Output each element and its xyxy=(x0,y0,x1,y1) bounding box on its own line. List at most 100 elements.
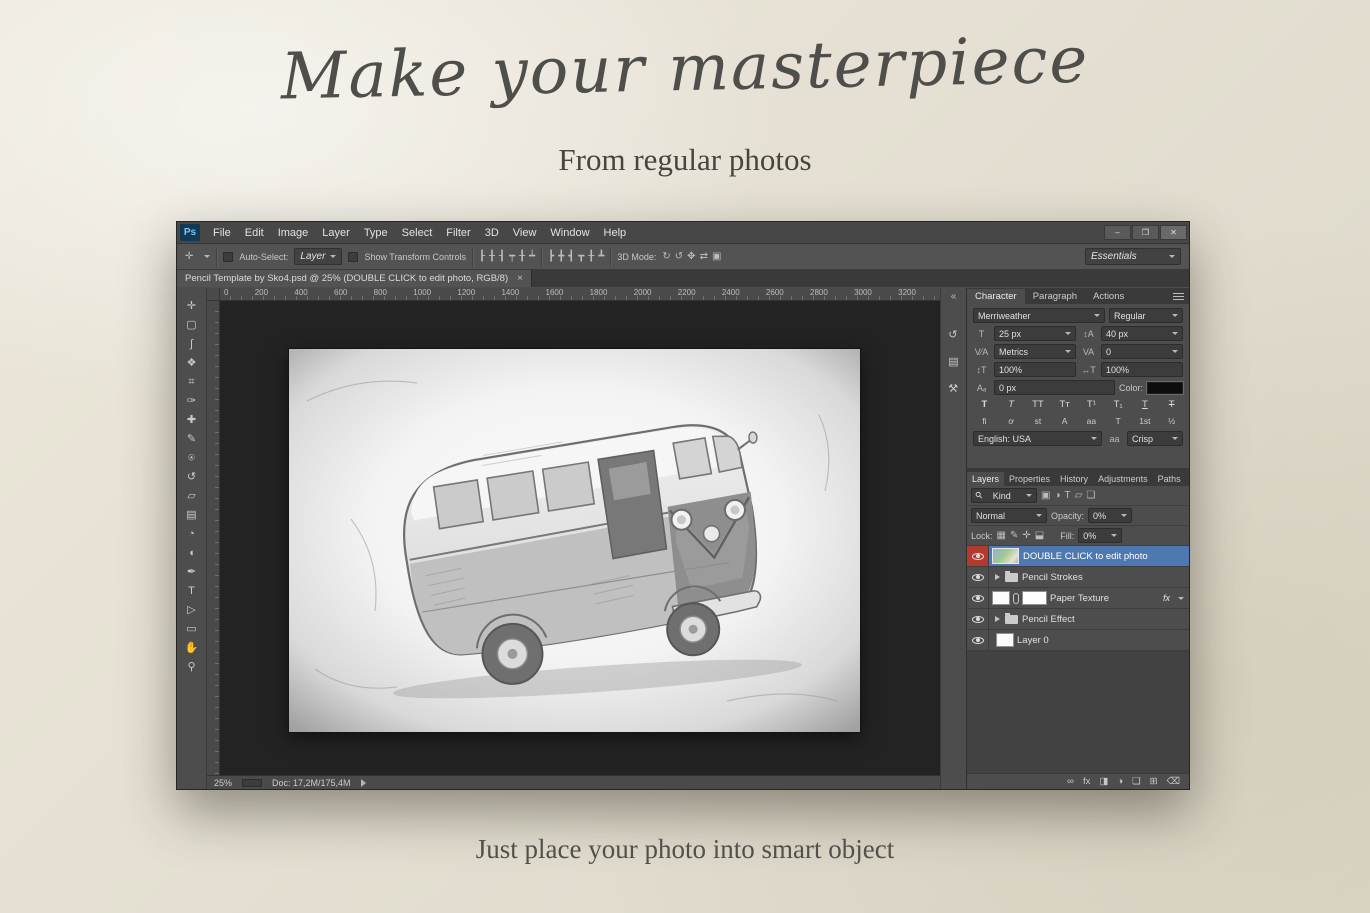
faux-italic-button[interactable]: T xyxy=(1000,398,1023,412)
align-icon[interactable]: ╂ xyxy=(489,251,495,262)
distribute-icon[interactable]: ┻ xyxy=(598,251,604,262)
distribute-icon[interactable]: ┫ xyxy=(568,251,574,262)
fill-field[interactable]: 0% xyxy=(1078,528,1122,543)
antialias-dropdown[interactable]: Crisp xyxy=(1127,431,1183,446)
hand-tool[interactable]: ✋ xyxy=(180,640,204,657)
align-icon[interactable]: ┷ xyxy=(529,251,535,262)
kerning-field[interactable]: Metrics xyxy=(994,344,1076,359)
layer-row-paper-texture[interactable]: Paper Texture fx xyxy=(967,588,1189,609)
menu-filter[interactable]: Filter xyxy=(439,227,477,239)
minimize-button[interactable]: – xyxy=(1104,225,1131,240)
tool-presets-panel-icon[interactable]: ⚒ xyxy=(948,382,958,395)
mask-link-icon[interactable] xyxy=(1013,593,1019,604)
3d-mode-icon[interactable]: ↺ xyxy=(675,251,683,262)
ruler-origin-corner[interactable] xyxy=(207,288,220,301)
layer-thumbnail[interactable] xyxy=(996,633,1014,647)
link-layers-icon[interactable]: ∞ xyxy=(1067,776,1074,787)
delete-layer-icon[interactable]: ⌫ xyxy=(1167,776,1180,787)
layer-thumbnail[interactable] xyxy=(992,591,1010,605)
lock-pixels-icon[interactable]: ✎ xyxy=(1010,530,1018,541)
layer-row-pencil-effect[interactable]: Pencil Effect xyxy=(967,609,1189,630)
expand-panels-icon[interactable]: « xyxy=(951,291,957,302)
zoom-tool[interactable]: ⚲ xyxy=(180,659,204,676)
opentype-button[interactable]: aa xyxy=(1080,415,1103,428)
tab-adjustments[interactable]: Adjustments xyxy=(1093,472,1153,486)
opentype-button[interactable]: ½ xyxy=(1160,415,1183,428)
3d-mode-icon[interactable]: ▣ xyxy=(712,251,721,262)
filter-smart-objects-icon[interactable]: ❏ xyxy=(1086,490,1095,501)
align-icon[interactable]: ┯ xyxy=(509,251,515,262)
filter-pixel-layers-icon[interactable]: ▣ xyxy=(1041,490,1050,501)
opacity-field[interactable]: 0% xyxy=(1088,508,1132,523)
distribute-icon[interactable]: ╂ xyxy=(588,251,594,262)
menu-layer[interactable]: Layer xyxy=(315,227,357,239)
lock-transparency-icon[interactable]: ▦ xyxy=(997,530,1006,541)
eraser-tool[interactable]: ▱ xyxy=(180,488,204,505)
adjustment-layer-icon[interactable]: ◑ xyxy=(1117,776,1123,787)
tab-history[interactable]: History xyxy=(1055,472,1093,486)
tab-paragraph[interactable]: Paragraph xyxy=(1025,289,1085,304)
menu-image[interactable]: Image xyxy=(271,227,316,239)
auto-select-target-dropdown[interactable]: Layer xyxy=(294,248,342,265)
visibility-toggle[interactable] xyxy=(967,609,989,629)
all-caps-button[interactable]: TT xyxy=(1027,398,1050,412)
visibility-toggle[interactable] xyxy=(967,546,989,566)
panel-menu-icon[interactable] xyxy=(1173,293,1184,300)
brush-tool[interactable]: ✎ xyxy=(180,431,204,448)
crop-tool[interactable]: ⌗ xyxy=(180,374,204,391)
layer-mask-thumbnail[interactable] xyxy=(1022,591,1047,605)
filter-adjustment-layers-icon[interactable]: ◑ xyxy=(1054,490,1060,501)
quick-selection-tool[interactable]: ❖ xyxy=(180,355,204,372)
tracking-field[interactable]: 0 xyxy=(1101,344,1183,359)
healing-brush-tool[interactable]: ✚ xyxy=(180,412,204,429)
history-brush-tool[interactable]: ↺ xyxy=(180,469,204,486)
tool-preset-caret-icon[interactable] xyxy=(204,255,210,258)
3d-mode-icon[interactable]: ✥ xyxy=(687,251,695,262)
close-button[interactable]: ✕ xyxy=(1160,225,1187,240)
status-menu-arrow-icon[interactable] xyxy=(361,779,366,787)
canvas-area[interactable]: 0200400600800100012001400160018002000220… xyxy=(207,288,940,789)
new-group-icon[interactable]: ❏ xyxy=(1132,776,1141,787)
expand-group-icon[interactable] xyxy=(995,616,1000,622)
expand-group-icon[interactable] xyxy=(995,574,1000,580)
rectangle-tool[interactable]: ▭ xyxy=(180,621,204,638)
layer-effects-badge[interactable]: fx xyxy=(1163,593,1173,603)
artwork-canvas[interactable] xyxy=(289,349,860,732)
path-selection-tool[interactable]: ▷ xyxy=(180,602,204,619)
layer-row-layer-0[interactable]: Layer 0 xyxy=(967,630,1189,651)
blend-mode-dropdown[interactable]: Normal xyxy=(971,508,1047,523)
tab-character[interactable]: Character xyxy=(967,289,1025,304)
vertical-scale-field[interactable]: 100% xyxy=(994,362,1076,377)
layer-style-icon[interactable]: fx xyxy=(1083,776,1090,787)
auto-select-checkbox[interactable] xyxy=(223,252,233,262)
properties-panel-icon[interactable]: ▤ xyxy=(948,355,958,368)
menu-3d[interactable]: 3D xyxy=(478,227,506,239)
visibility-toggle[interactable] xyxy=(967,588,989,608)
type-tool[interactable]: T xyxy=(180,583,204,600)
blur-tool[interactable]: ◔ xyxy=(180,526,204,543)
strikethrough-button[interactable]: T xyxy=(1160,398,1183,412)
add-mask-icon[interactable]: ◨ xyxy=(1099,776,1108,787)
move-tool[interactable]: ✛ xyxy=(180,298,204,315)
opentype-button[interactable]: st xyxy=(1027,415,1050,428)
faux-bold-button[interactable]: T xyxy=(973,398,996,412)
menu-view[interactable]: View xyxy=(506,227,544,239)
layer-thumbnail[interactable] xyxy=(992,548,1019,564)
menu-window[interactable]: Window xyxy=(543,227,596,239)
lock-all-icon[interactable]: ⬓ xyxy=(1035,530,1044,541)
font-style-dropdown[interactable]: Regular xyxy=(1109,308,1183,323)
menu-file[interactable]: File xyxy=(206,227,238,239)
history-panel-icon[interactable]: ↺ xyxy=(948,328,958,341)
distribute-icon[interactable]: ╋ xyxy=(558,251,564,262)
tab-paths[interactable]: Paths xyxy=(1153,472,1186,486)
horizontal-scale-field[interactable]: 100% xyxy=(1101,362,1183,377)
tab-properties[interactable]: Properties xyxy=(1004,472,1055,486)
small-caps-button[interactable]: Tᴛ xyxy=(1053,398,1076,412)
lock-position-icon[interactable]: ✛ xyxy=(1022,530,1030,541)
font-family-dropdown[interactable]: Merriweather xyxy=(973,308,1105,323)
align-icon[interactable]: ┨ xyxy=(499,251,505,262)
gradient-tool[interactable]: ▤ xyxy=(180,507,204,524)
workspace-switcher[interactable]: Essentials xyxy=(1085,248,1181,265)
show-transform-checkbox[interactable] xyxy=(348,252,358,262)
3d-mode-icon[interactable]: ↻ xyxy=(662,251,670,262)
